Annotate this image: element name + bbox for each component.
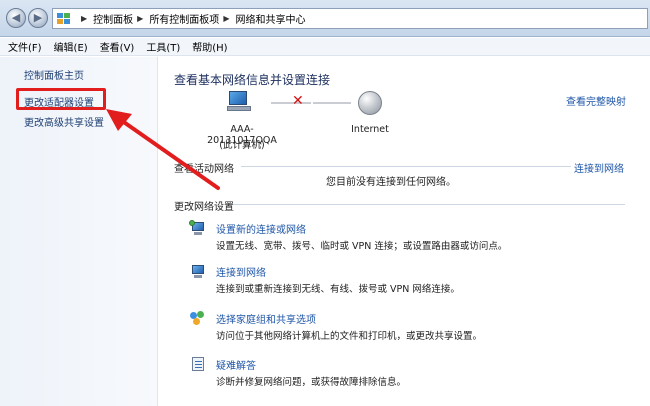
homegroup-desc: 访问位于其他网络计算机上的文件和打印机，或更改共享设置。: [216, 331, 483, 342]
setup-connection-link[interactable]: 设置新的连接或网络: [216, 221, 306, 236]
arrow-right-icon: ▶: [33, 11, 43, 24]
sidebar: 控制面板主页 更改适配器设置 更改高级共享设置: [0, 57, 158, 406]
forward-button[interactable]: ▶: [28, 8, 48, 28]
not-connected-message: 您目前没有连接到任何网络。: [326, 177, 456, 188]
internet-globe-icon: [358, 91, 382, 115]
troubleshoot-desc: 诊断并修复网络问题，或获得故障排除信息。: [216, 377, 407, 388]
change-settings-heading: 更改网络设置: [174, 202, 234, 213]
computer-icon: [227, 91, 251, 113]
sidebar-advanced-sharing-settings[interactable]: 更改高级共享设置: [24, 114, 104, 129]
connect-to-network-link[interactable]: 连接到网络: [574, 160, 624, 175]
connection-line-right: [313, 102, 351, 104]
page-title: 查看基本网络信息并设置连接: [174, 73, 331, 87]
breadcrumb-all-items[interactable]: 所有控制面板项: [149, 11, 219, 26]
computer-subtitle: (此计算机): [219, 140, 265, 151]
address-box[interactable]: ▶ 控制面板 ▶ 所有控制面板项 ▶ 网络和共享中心: [52, 8, 648, 29]
menu-help[interactable]: 帮助(H): [192, 39, 227, 54]
new-connection-icon: [189, 220, 207, 236]
arrow-left-icon: ◀: [11, 11, 21, 24]
menu-edit[interactable]: 编辑(E): [54, 39, 88, 54]
menu-tools[interactable]: 工具(T): [146, 39, 180, 54]
address-bar: ◀ ▶ ▶ 控制面板 ▶ 所有控制面板项 ▶ 网络和共享中心: [0, 0, 650, 37]
divider: [241, 166, 571, 167]
connect-network-link[interactable]: 连接到网络: [216, 264, 266, 279]
back-button[interactable]: ◀: [6, 8, 26, 28]
disconnected-x-icon[interactable]: ✕: [292, 93, 304, 109]
chevron-right-icon[interactable]: ▶: [81, 14, 87, 23]
menu-file[interactable]: 文件(F): [8, 39, 42, 54]
sidebar-control-panel-home[interactable]: 控制面板主页: [24, 67, 84, 82]
chevron-right-icon[interactable]: ▶: [223, 14, 229, 23]
view-full-map-link[interactable]: 查看完整映射: [566, 93, 626, 108]
internet-label: Internet: [351, 124, 389, 135]
troubleshoot-icon: [189, 356, 207, 372]
menu-view[interactable]: 查看(V): [100, 39, 135, 54]
connect-network-desc: 连接到或重新连接到无线、有线、拨号或 VPN 网络连接。: [216, 284, 460, 295]
homegroup-icon: [189, 310, 207, 326]
homegroup-link[interactable]: 选择家庭组和共享选项: [216, 311, 316, 326]
breadcrumb-control-panel[interactable]: 控制面板: [93, 11, 133, 26]
menu-bar: 文件(F) 编辑(E) 查看(V) 工具(T) 帮助(H): [0, 38, 650, 56]
sidebar-change-adapter-settings[interactable]: 更改适配器设置: [24, 94, 94, 109]
breadcrumb-network-center[interactable]: 网络和共享中心: [235, 11, 305, 26]
troubleshoot-link[interactable]: 疑难解答: [216, 357, 256, 372]
connection-line-left: [271, 102, 311, 104]
main-panel: 查看基本网络信息并设置连接 查看完整映射 ✕ AAA-20131017QQA (…: [159, 57, 650, 406]
setup-connection-desc: 设置无线、宽带、拨号、临时或 VPN 连接；或设置路由器或访问点。: [216, 241, 508, 252]
connect-network-icon: [189, 263, 207, 279]
chevron-right-icon[interactable]: ▶: [137, 14, 143, 23]
active-networks-heading: 查看活动网络: [174, 164, 234, 175]
divider: [233, 204, 625, 205]
control-panel-icon: [57, 12, 71, 25]
